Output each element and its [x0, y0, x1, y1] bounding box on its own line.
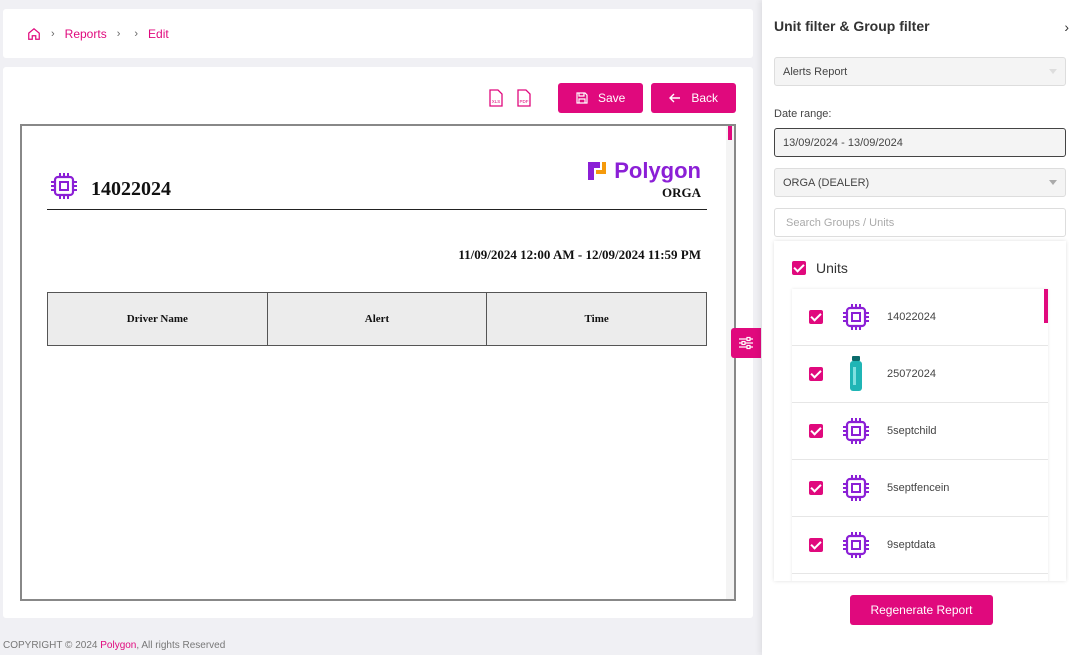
list-item[interactable]: [792, 574, 1048, 581]
save-button[interactable]: Save: [557, 83, 644, 113]
unit-checkbox[interactable]: [809, 310, 823, 324]
rights-text: , All rights Reserved: [136, 640, 226, 651]
column-driver-name: Driver Name: [47, 292, 268, 346]
search-input[interactable]: Search Groups / Units: [774, 208, 1066, 237]
export-pdf-icon[interactable]: PDF: [516, 89, 532, 107]
org-select[interactable]: ORGA (DEALER): [774, 168, 1066, 197]
report-date-range: 11/09/2024 12:00 AM - 12/09/2024 11:59 P…: [458, 247, 701, 262]
unit-checkbox[interactable]: [809, 424, 823, 438]
unit-checkbox[interactable]: [809, 538, 823, 552]
list-item[interactable]: 5septchild: [792, 403, 1048, 460]
report-card: XLS PDF Save Back 14022024 Polygon ORGA …: [3, 67, 753, 618]
xls-badge-text: XLS: [492, 99, 501, 104]
breadcrumb-reports[interactable]: Reports: [65, 27, 107, 41]
unit-checkbox[interactable]: [809, 481, 823, 495]
chip-icon: [841, 416, 871, 446]
report-header: 14022024 Polygon ORGA: [47, 156, 707, 210]
unit-name: 25072024: [887, 368, 936, 380]
units-label: Units: [816, 260, 848, 276]
unit-name: 9septdata: [887, 539, 936, 551]
report-table: Driver Name Alert Time: [47, 292, 707, 346]
chip-icon: [841, 473, 871, 503]
unit-name: 14022024: [887, 311, 936, 323]
chip-icon: [841, 530, 871, 560]
save-icon: [576, 92, 588, 104]
brand-logo: Polygon ORGA: [585, 158, 701, 201]
org-value: ORGA (DEALER): [783, 176, 870, 189]
copyright-text: COPYRIGHT © 2024: [3, 640, 98, 651]
date-range-value: 13/09/2024 - 13/09/2024: [783, 136, 903, 149]
breadcrumb: › Reports › › Edit: [3, 9, 753, 58]
brand-name: Polygon: [614, 158, 701, 183]
list-item[interactable]: 5septfencein: [792, 460, 1048, 517]
search-placeholder: Search Groups / Units: [786, 216, 895, 229]
units-group[interactable]: Units: [792, 260, 848, 276]
sliders-icon: [739, 336, 753, 350]
units-checkbox[interactable]: [792, 261, 806, 275]
bottle-icon: [841, 356, 871, 391]
unit-name: 5septchild: [887, 425, 937, 437]
close-icon[interactable]: ›: [1064, 19, 1069, 35]
chip-icon: [51, 173, 77, 199]
footer: COPYRIGHT © 2024 Polygon, All rights Res…: [3, 640, 225, 651]
filter-toggle-button[interactable]: [731, 328, 761, 358]
report-type-value: Alerts Report: [783, 65, 848, 78]
list-item[interactable]: 9septdata: [792, 517, 1048, 574]
chip-icon: [841, 302, 871, 332]
footer-brand-link[interactable]: Polygon: [100, 640, 136, 651]
brand-sub: ORGA: [662, 185, 701, 200]
arrow-left-icon: [669, 93, 681, 103]
panel-title: Unit filter & Group filter: [774, 18, 930, 34]
chevron-right-icon: ›: [116, 27, 121, 40]
chevron-right-icon: ›: [134, 27, 139, 40]
date-range-label: Date range:: [774, 108, 832, 120]
preview-scrollbar[interactable]: [726, 126, 734, 599]
column-time: Time: [486, 292, 707, 346]
save-label: Save: [597, 91, 626, 105]
list-item[interactable]: 14022024: [792, 289, 1048, 346]
units-tree: Units 14022024 25072024 5septchild 5sept…: [774, 241, 1066, 581]
chevron-down-icon: [1049, 180, 1057, 185]
preview-scroll-thumb[interactable]: [728, 126, 732, 140]
polygon-logo-icon: [588, 162, 607, 180]
report-toolbar: XLS PDF Save Back: [488, 83, 736, 113]
regenerate-report-button[interactable]: Regenerate Report: [850, 595, 993, 625]
column-alert: Alert: [266, 292, 488, 346]
pdf-badge-text: PDF: [519, 99, 528, 104]
back-label: Back: [691, 91, 718, 105]
chevron-right-icon: ›: [51, 27, 55, 40]
home-icon[interactable]: [27, 27, 41, 41]
chevron-down-icon: [1049, 69, 1057, 74]
back-button[interactable]: Back: [651, 83, 736, 113]
report-type-select[interactable]: Alerts Report: [774, 57, 1066, 86]
breadcrumb-edit[interactable]: Edit: [148, 27, 169, 41]
report-unit-title: 14022024: [91, 178, 171, 200]
unit-checkbox[interactable]: [809, 367, 823, 381]
unit-name: 5septfencein: [887, 482, 950, 494]
list-item[interactable]: 25072024: [792, 346, 1048, 403]
date-range-input[interactable]: 13/09/2024 - 13/09/2024: [774, 128, 1066, 157]
report-preview: 14022024 Polygon ORGA 11/09/2024 12:00 A…: [20, 124, 736, 601]
export-xls-icon[interactable]: XLS: [488, 89, 504, 107]
unit-list: 14022024 25072024 5septchild 5septfencei…: [792, 289, 1048, 581]
unit-list-scrollbar[interactable]: [1044, 289, 1048, 323]
filter-panel: Unit filter & Group filter › Alerts Repo…: [762, 0, 1069, 655]
